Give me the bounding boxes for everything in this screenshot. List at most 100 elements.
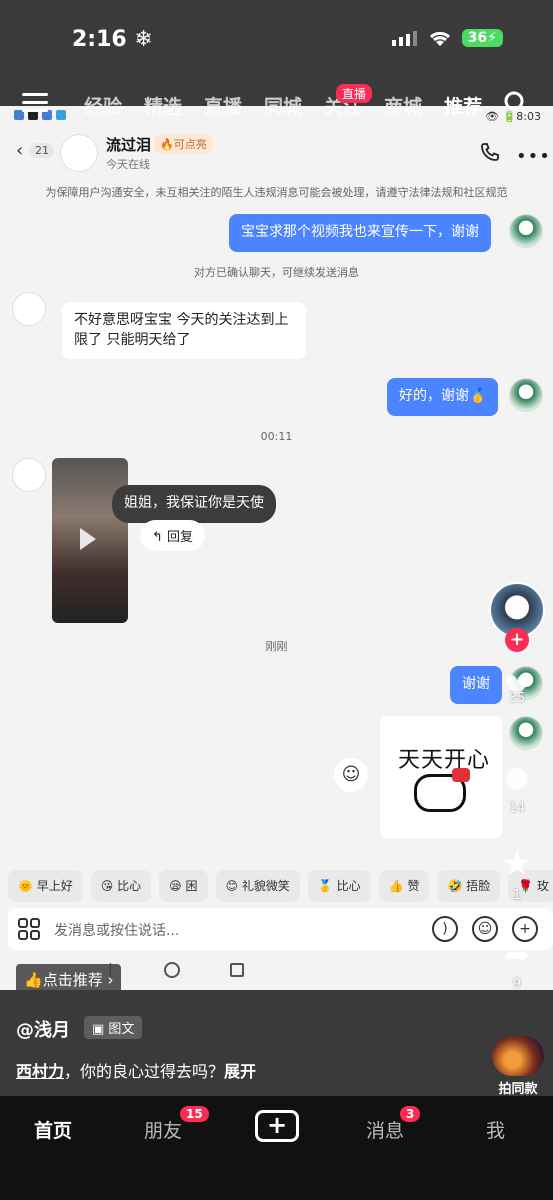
live-badge: 直播 <box>336 84 373 103</box>
sticker-text: 天天开心 <box>398 748 491 773</box>
like-button[interactable]: ♥ 35 <box>496 670 538 706</box>
voice-icon[interactable]: ) <box>432 916 458 942</box>
flame-label: 可点亮 <box>173 138 207 151</box>
message-sent[interactable]: 好的，谢谢🥇 <box>387 378 499 416</box>
shoot-same-button[interactable]: 拍同款 <box>490 1036 546 1097</box>
music-disc-icon <box>492 1036 544 1076</box>
message-received[interactable]: 不好意思呀宝宝 今天的关注达到上 限了 只能明天给了 <box>62 302 306 360</box>
post-type-tag: ▣ 图文 <box>84 1016 143 1039</box>
quick-reply-chip[interactable]: 🥇 比心 <box>307 870 371 902</box>
emoji-icon: 😘 <box>100 879 114 893</box>
menu-icon[interactable] <box>22 92 48 112</box>
back-icon[interactable]: ‹ <box>16 140 23 161</box>
message-sent[interactable]: 谢谢 <box>450 666 502 704</box>
safety-notice: 为保障用户沟通安全，未互相关注的陌生人违规消息可能会被处理，请遵守法律法规和社区… <box>45 186 508 199</box>
quick-reply-chip[interactable]: 🌞 早上好 <box>8 870 83 902</box>
comment-button[interactable]: ● 14 <box>496 760 538 816</box>
recents-nav-icon[interactable] <box>230 963 244 977</box>
chip-label: 比心 <box>336 879 361 893</box>
thumbs-up-icon: 👍 <box>24 971 43 989</box>
chip-label: 玫 <box>537 879 550 893</box>
flame-badge[interactable]: 🔥可点亮 <box>154 134 213 154</box>
shared-video-thumbnail[interactable] <box>52 458 128 623</box>
tab-home[interactable]: 首页 <box>34 1116 72 1143</box>
emoji-icon: 😪 <box>169 879 182 893</box>
contact-avatar-small[interactable] <box>12 458 46 492</box>
author-name[interactable]: @浅月 <box>16 1016 70 1042</box>
my-avatar[interactable] <box>509 716 543 750</box>
tab-recommend[interactable]: 推荐 <box>444 92 482 119</box>
phone-icon[interactable] <box>480 142 500 162</box>
chip-label: 早上好 <box>36 879 73 893</box>
recommend-label: 点击推荐 <box>42 971 103 989</box>
emoji-icon: 🤣 <box>447 879 463 893</box>
quick-reply-chip[interactable]: 😘 比心 <box>90 870 152 902</box>
follow-plus-icon[interactable]: + <box>505 628 529 652</box>
status-icons: 36⚡ <box>391 29 503 47</box>
tab-local[interactable]: 同城 <box>264 92 302 119</box>
tab-messages[interactable]: 消息 <box>366 1116 404 1143</box>
message-line: 不好意思呀宝宝 今天的关注达到上 <box>74 312 289 328</box>
contact-name[interactable]: 流过泪 <box>106 134 151 155</box>
message-sent[interactable]: 宝宝求那个视频我也来宣传一下，谢谢 <box>229 214 491 252</box>
comment-count: 14 <box>508 801 526 816</box>
emoji-icon: 🌞 <box>18 879 33 893</box>
description-text: ，你的良心过得去吗？ <box>64 1062 225 1081</box>
chat-header: ‹ 21 流过泪 🔥可点亮 今天在线 ••• <box>0 130 553 176</box>
tab-live[interactable]: 直播 <box>204 92 242 119</box>
emoji-icon[interactable]: ☺ <box>472 916 498 942</box>
favorite-button[interactable]: ★ 1 <box>496 844 538 903</box>
post-description: 西村力，你的良心过得去吗？展开 <box>16 1058 256 1082</box>
quick-reply-chip[interactable]: 🤣 捂脸 <box>437 870 501 902</box>
battery-level: 36 <box>467 30 488 46</box>
status-bar: 2:16 ❄ 36⚡ <box>0 0 553 82</box>
home-nav-icon[interactable] <box>164 962 180 978</box>
friends-badge: 15 <box>180 1106 209 1122</box>
tag-label: 图文 <box>108 1022 135 1037</box>
tab-mall[interactable]: 商城 <box>384 92 422 119</box>
chat-screenshot: 👁 🔋8:03 ‹ 21 流过泪 🔥可点亮 今天在线 ••• 为保障用户沟通安全… <box>0 106 553 990</box>
image-post-icon: ▣ <box>92 1022 109 1037</box>
clock: 2:16 ❄ <box>72 27 153 52</box>
chip-label: 困 <box>185 879 198 893</box>
tab-featured[interactable]: 精选 <box>144 92 182 119</box>
reply-button[interactable]: ↰ 回复 <box>140 520 206 551</box>
tab-experience[interactable]: 经验 <box>84 92 122 119</box>
star-icon: ★ <box>501 844 533 884</box>
create-button[interactable]: + <box>255 1110 299 1142</box>
battery-indicator: 36⚡ <box>461 29 503 47</box>
tab-friends[interactable]: 朋友 <box>144 1116 182 1143</box>
quick-reply-chip[interactable]: 😊 礼貌微笑 <box>215 870 300 902</box>
quick-reply-chip[interactable]: 😪 困 <box>159 870 208 902</box>
search-icon[interactable] <box>503 90 529 116</box>
contact-avatar-small[interactable] <box>12 292 46 326</box>
bow-icon <box>452 768 470 782</box>
my-avatar[interactable] <box>509 214 543 248</box>
more-icon[interactable]: ••• <box>516 146 551 167</box>
clock-text: 2:16 <box>72 27 127 52</box>
emoji-icon: 🥇 <box>317 879 333 893</box>
video-caption-bubble[interactable]: 姐姐，我保证你是天使 <box>112 485 276 523</box>
app-icon <box>56 110 66 120</box>
apps-grid-icon[interactable] <box>18 918 40 940</box>
share-button[interactable]: ➦ 9 <box>496 938 538 992</box>
expand-link[interactable]: 展开 <box>224 1062 256 1081</box>
medal-icon: 🥇 <box>469 388 487 404</box>
sticker-add-icon[interactable]: ☺ <box>334 758 368 792</box>
chip-label: 赞 <box>407 879 420 893</box>
emoji-icon: 😊 <box>225 879 239 893</box>
message-line: 限了 只能明天给了 <box>74 331 191 348</box>
timestamp: 00:11 <box>260 430 293 443</box>
flame-icon: 🔥 <box>160 138 174 151</box>
signal-icon <box>391 31 417 46</box>
contact-avatar[interactable] <box>60 134 98 172</box>
my-avatar[interactable] <box>509 378 543 412</box>
tab-me[interactable]: 我 <box>486 1116 505 1143</box>
quick-reply-chip[interactable]: 👍 赞 <box>378 870 430 902</box>
sticker-image[interactable]: 天天开心 <box>380 716 502 838</box>
message-input[interactable]: 发消息或按住说话... <box>54 920 179 940</box>
wifi-icon <box>429 31 450 46</box>
comment-icon: ● <box>504 760 530 793</box>
mention-link[interactable]: 西村力 <box>16 1062 64 1081</box>
confirm-notice: 对方已确认聊天，可继续发送消息 <box>194 266 359 279</box>
